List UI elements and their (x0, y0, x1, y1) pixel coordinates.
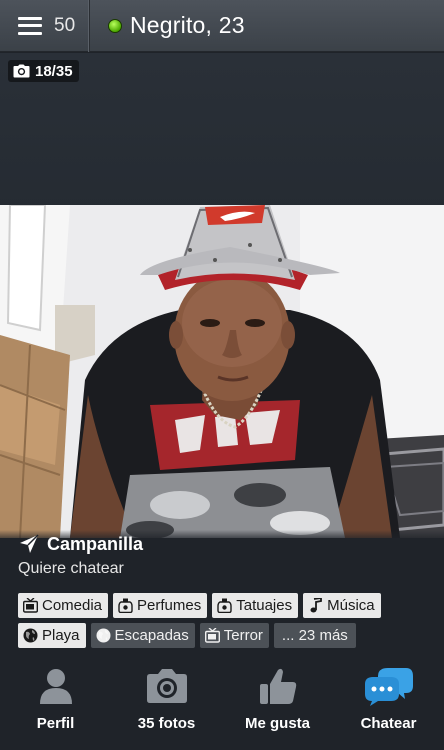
interest-tag-label: Terror (223, 627, 263, 644)
interest-tag[interactable]: Playa (18, 623, 86, 648)
nav-like-label: Me gusta (244, 715, 310, 732)
music-note-icon (308, 598, 323, 613)
nav-profile-label: Perfil (36, 715, 75, 732)
nav-profile-button[interactable]: Perfil (0, 655, 111, 750)
globe-icon (23, 628, 38, 643)
interest-tag-label: Escapadas (114, 627, 189, 644)
interest-tag[interactable]: Terror (199, 623, 269, 648)
profile-name-age: Negrito, 23 (130, 12, 245, 38)
profile-photo[interactable] (0, 205, 444, 538)
hamburger-menu-icon (18, 16, 42, 35)
interest-tag-label: Tatuajes (236, 597, 293, 614)
interest-tag[interactable]: Escapadas (90, 623, 195, 648)
perfume-icon (118, 598, 133, 613)
interest-tag-label: Perfumes (137, 597, 202, 614)
interest-tag[interactable]: Perfumes (113, 593, 208, 618)
nav-chat-button[interactable]: Chatear (333, 655, 444, 750)
tv-icon (23, 598, 38, 613)
nav-chat-label: Chatear (360, 715, 417, 732)
profile-photo-image (0, 205, 444, 538)
chat-bubbles-icon (364, 668, 413, 706)
location-row: Campanilla (18, 533, 143, 555)
thumbs-up-icon (259, 668, 296, 704)
person-icon (39, 669, 72, 704)
nav-like-button[interactable]: Me gusta (222, 655, 333, 750)
location-arrow-icon (20, 534, 39, 553)
bottom-navigation: Perfil 35 fotos Me gusta Chatear (0, 655, 444, 750)
globe-icon (96, 628, 111, 643)
photo-viewer[interactable]: 18/35 (0, 53, 444, 538)
interest-tag-label: Música (327, 597, 375, 614)
nav-photos-label: 35 fotos (137, 715, 196, 732)
location-name: Campanilla (47, 533, 144, 554)
more-interests-button[interactable]: ... 23 más (273, 623, 356, 648)
nav-photos-button[interactable]: 35 fotos (111, 655, 222, 750)
interest-tag-label: Playa (42, 627, 80, 644)
interest-tag[interactable]: Tatuajes (212, 593, 299, 618)
interest-tag[interactable]: Música (303, 593, 381, 618)
interest-tag-label: Comedia (42, 597, 103, 614)
interest-tag[interactable]: Comedia (18, 593, 109, 618)
menu-notification-count: 50 (54, 14, 76, 36)
online-status-icon (108, 18, 122, 33)
menu-button[interactable]: 50 (0, 0, 90, 52)
top-bar: 50 Negrito, 23 (0, 0, 444, 52)
profile-title: Negrito, 23 (90, 12, 245, 39)
photo-counter-text: 18/35 (35, 62, 73, 80)
camera-icon (13, 64, 30, 78)
interest-tags: Comedia Perfumes Tatuajes Música Playa Escapa… (18, 593, 438, 648)
status-text: Quiere chatear (18, 560, 124, 577)
perfume-icon (217, 598, 232, 613)
photo-counter-badge: 18/35 (8, 60, 79, 82)
camera-icon (146, 669, 187, 703)
tv-icon (204, 628, 220, 643)
